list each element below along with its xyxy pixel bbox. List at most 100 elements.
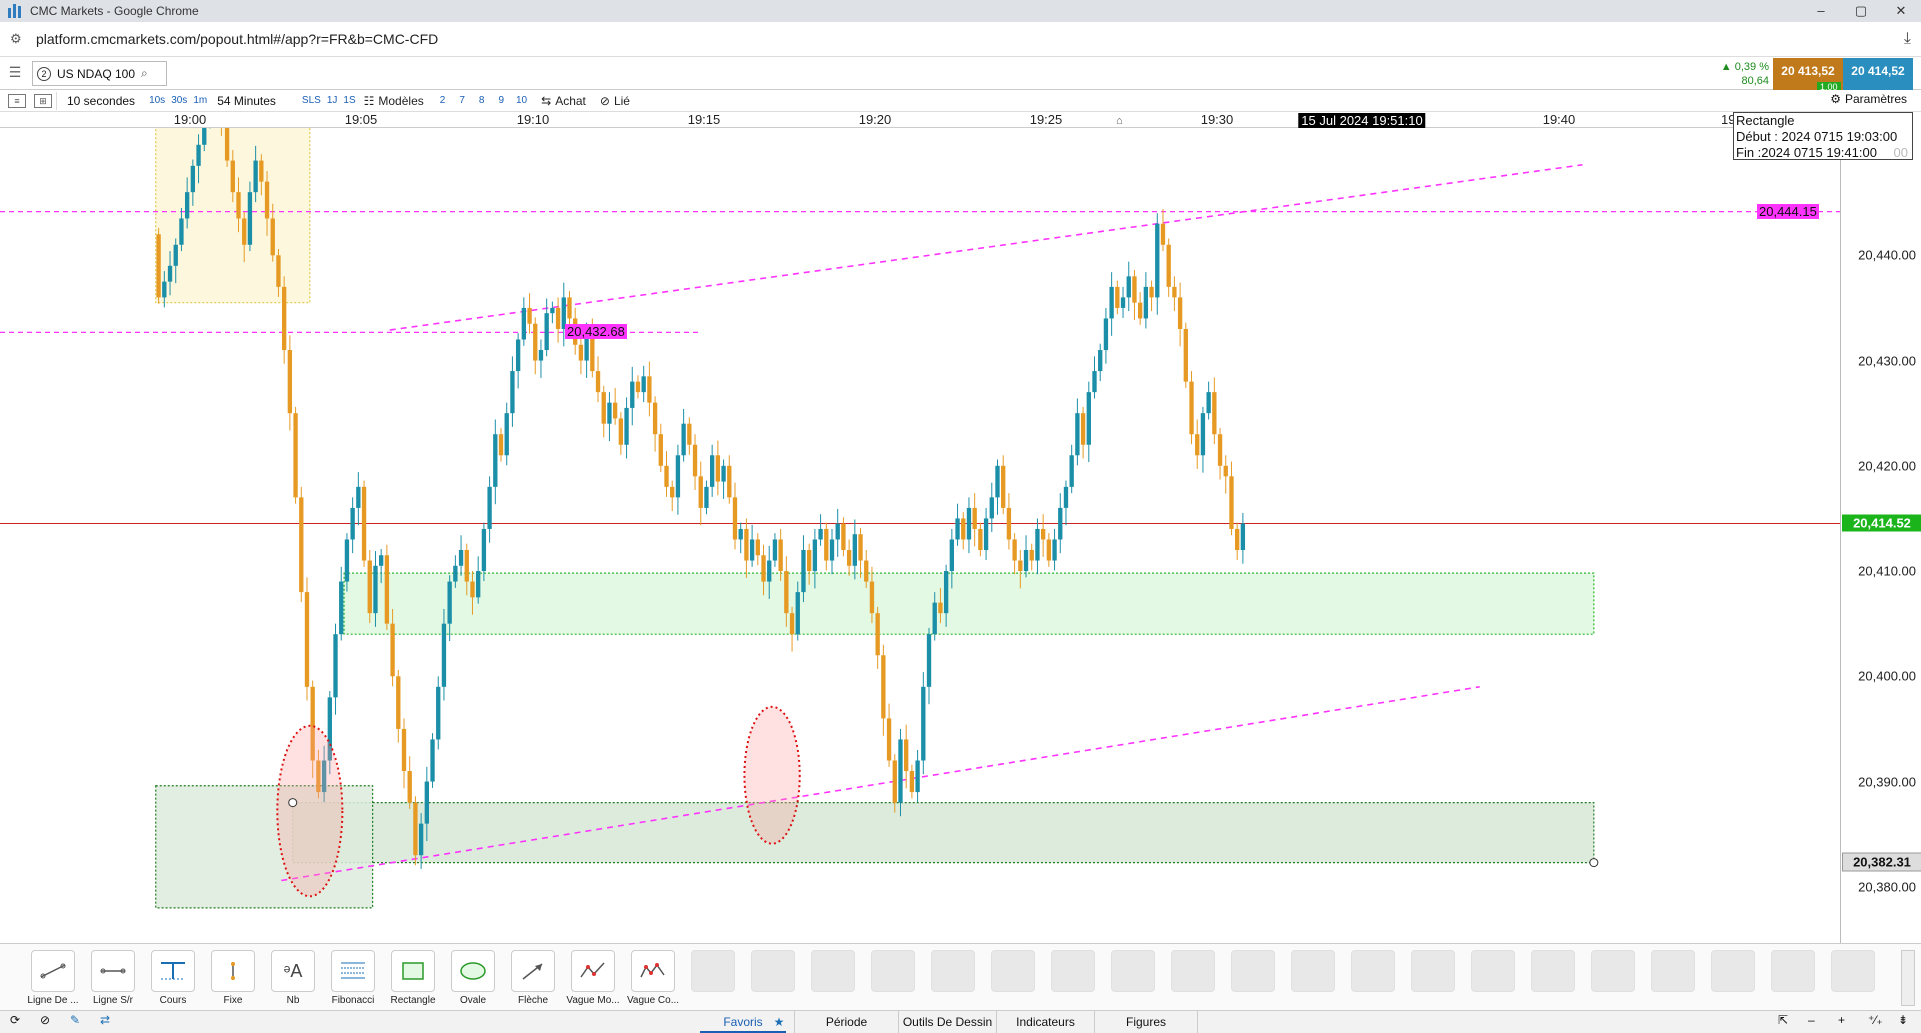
quick-1j[interactable]: 1J: [327, 95, 338, 106]
clear-icon[interactable]: ⊘: [40, 1013, 50, 1027]
achat-button[interactable]: ⇆ Achat: [541, 94, 586, 108]
empty-tool-slot[interactable]: [1711, 950, 1755, 992]
candle-up: [441, 623, 447, 687]
empty-tool-slot[interactable]: [1651, 950, 1695, 992]
candle-down: [1229, 476, 1234, 529]
interval-selector[interactable]: 10 secondes: [67, 94, 135, 108]
close-button[interactable]: ✕: [1881, 0, 1921, 22]
timeframe-30s[interactable]: 30s: [171, 95, 187, 106]
candle-up: [812, 539, 818, 572]
menu-icon[interactable]: ☰: [6, 64, 24, 80]
empty-tool-slot[interactable]: [1351, 950, 1395, 992]
tool-text[interactable]: ᵊA Nb: [271, 950, 315, 1006]
empty-tool-slot[interactable]: [1291, 950, 1335, 992]
models-button[interactable]: ☷ Modèles: [364, 94, 424, 108]
empty-tool-slot[interactable]: [691, 950, 735, 992]
empty-tool-slot[interactable]: [1231, 950, 1275, 992]
download-icon[interactable]: ⤓: [1904, 30, 1911, 48]
empty-tool-slot[interactable]: [1531, 950, 1575, 992]
tool-rectangle[interactable]: Rectangle: [390, 950, 436, 1006]
swap-icon[interactable]: ⇄: [100, 1013, 110, 1027]
timeframe-10s[interactable]: 10s: [149, 95, 165, 106]
instrument-selector[interactable]: 2 US NDAQ 100 ⌕: [32, 61, 167, 86]
fit-icon[interactable]: ⇟: [1898, 1013, 1908, 1027]
candle-up: [202, 128, 207, 145]
candle-down: [281, 286, 287, 351]
candle-up: [418, 823, 424, 856]
pen-icon[interactable]: ✎: [70, 1013, 80, 1027]
candle-up: [196, 144, 201, 166]
tab-periode[interactable]: Période: [794, 1011, 898, 1033]
candle-up: [630, 381, 635, 408]
preset-9[interactable]: 9: [498, 95, 504, 106]
tool-trendline[interactable]: Ligne De ...: [27, 950, 79, 1006]
candle-up: [709, 455, 715, 487]
tool-fixed[interactable]: Fixe: [211, 950, 255, 1006]
preset-10[interactable]: 10: [516, 95, 527, 106]
url-text[interactable]: platform.cmcmarkets.com/popout.html#/app…: [36, 31, 438, 47]
empty-tool-slot[interactable]: [1171, 950, 1215, 992]
candle-down: [670, 486, 675, 498]
tool-fibonacci[interactable]: Fibonacci: [331, 950, 375, 1006]
empty-tool-slot[interactable]: [1111, 950, 1155, 992]
empty-tool-slot[interactable]: [1471, 950, 1515, 992]
empty-tool-slot[interactable]: [1831, 950, 1875, 992]
empty-tool-slot[interactable]: [1411, 950, 1455, 992]
tab-figures[interactable]: Figures: [1094, 1011, 1198, 1033]
quick-sls[interactable]: SLS: [302, 95, 321, 106]
candle-up: [1058, 507, 1063, 540]
empty-tool-slot[interactable]: [811, 950, 855, 992]
zoom-in-icon[interactable]: +: [1838, 1013, 1845, 1027]
crosshair-icon[interactable]: ⁺⁄₊: [1868, 1013, 1883, 1027]
home-marker-icon[interactable]: ⌂: [1116, 115, 1128, 127]
maximize-button[interactable]: ▢: [1841, 0, 1881, 22]
tool-sr-line[interactable]: Ligne S/r: [91, 950, 135, 1006]
tool-oval[interactable]: Ovale: [451, 950, 495, 1006]
preset-2[interactable]: 2: [440, 95, 446, 106]
candle-down: [618, 418, 624, 445]
rectangle-anchor-handle: [288, 798, 298, 808]
settings-button[interactable]: ⚙ Paramètres: [1830, 92, 1907, 106]
empty-tool-slot[interactable]: [991, 950, 1035, 992]
candle-up: [253, 160, 258, 193]
empty-tool-slot[interactable]: [1771, 950, 1815, 992]
expand-icon[interactable]: ⇱: [1778, 1013, 1788, 1027]
preset-8[interactable]: 8: [479, 95, 485, 106]
empty-tool-slot[interactable]: [1051, 950, 1095, 992]
empty-tool-slot[interactable]: [871, 950, 915, 992]
sell-price-button[interactable]: 20 413,52 1,00: [1773, 58, 1843, 92]
tool-wave-motive[interactable]: Vague Mo...: [566, 950, 620, 1006]
list-icon[interactable]: ≡: [8, 93, 26, 108]
quick-1s[interactable]: 1S: [343, 95, 355, 106]
tool-wave-corrective[interactable]: Vague Co...: [627, 950, 679, 1006]
empty-tool-slot[interactable]: [931, 950, 975, 992]
site-settings-icon[interactable]: ⚙: [10, 31, 26, 47]
empty-tool-slot[interactable]: [751, 950, 795, 992]
layout-icon[interactable]: ⊞: [34, 93, 52, 108]
zoom-out-icon[interactable]: –: [1808, 1013, 1815, 1027]
range-selector[interactable]: 54 Minutes: [217, 94, 276, 108]
refresh-icon[interactable]: ⟳: [10, 1013, 20, 1027]
toolbar-scrollbar[interactable]: [1901, 950, 1915, 1006]
search-icon[interactable]: ⌕: [141, 66, 148, 81]
tool-price[interactable]: Cours: [151, 950, 195, 1006]
candle-down: [727, 465, 732, 498]
rectangle-anchor-handle: [1589, 858, 1599, 868]
candle-up: [1120, 297, 1126, 308]
minimize-button[interactable]: –: [1801, 0, 1841, 22]
candle-down: [961, 518, 966, 540]
empty-tool-slot[interactable]: [1591, 950, 1635, 992]
candle-down: [744, 528, 749, 561]
chart-plot[interactable]: [0, 128, 1840, 943]
tab-indicateurs[interactable]: Indicateurs: [996, 1011, 1094, 1033]
star-icon[interactable]: ★: [768, 1011, 790, 1033]
link-button[interactable]: ⊘ Lié: [600, 94, 630, 108]
tab-outils[interactable]: Outils De Dessin: [898, 1011, 996, 1033]
buy-price-button[interactable]: 20 414,52: [1843, 58, 1913, 90]
timeframe-1m[interactable]: 1m: [193, 95, 207, 106]
tool-arrow[interactable]: Flèche: [511, 950, 555, 1006]
level-label: 20,444.15: [1757, 203, 1819, 219]
candle-down: [824, 528, 829, 561]
preset-7[interactable]: 7: [459, 95, 465, 106]
candle-down: [881, 655, 886, 719]
